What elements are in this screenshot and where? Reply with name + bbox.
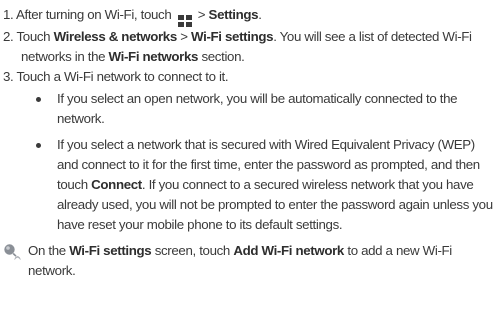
bullet-list: If you select an open network, you will …	[3, 89, 501, 235]
bullet-text: have reset your mobile phone to its defa…	[57, 217, 343, 232]
step-number: 2.	[3, 29, 14, 44]
bullet-text: and connect to it for the first time, en…	[57, 157, 480, 172]
step-text: . You will see a list of detected Wi-Fi	[273, 29, 472, 44]
step-1: 1. After turning on Wi-Fi, touch > Setti…	[3, 5, 501, 27]
step-text: After turning on Wi-Fi, touch	[16, 7, 172, 22]
bullet-text: If you select an open network, you will …	[57, 91, 458, 106]
bullet-dot-icon	[36, 143, 41, 148]
note-text: On the	[28, 243, 66, 258]
step-2: 2. Touch Wireless & networks > Wi-Fi set…	[3, 27, 501, 67]
tip-icon	[4, 244, 21, 260]
menu-grid-icon	[177, 15, 192, 27]
note-text: to add a new Wi-Fi	[347, 243, 452, 258]
wifi-networks-label: Wi-Fi networks	[108, 49, 199, 64]
bullet-item: If you select a network that is secured …	[3, 135, 501, 235]
bullet-text: network.	[57, 111, 105, 126]
bullet-text: . If you connect to a secured wireless n…	[141, 177, 474, 192]
bullet-text: If you select a network that is secured …	[57, 137, 475, 152]
instructions-document: 1. After turning on Wi-Fi, touch > Setti…	[3, 5, 501, 281]
bullet-dot-icon	[36, 97, 41, 102]
tip-note: On the Wi-Fi settings screen, touch Add …	[3, 241, 501, 281]
connect-label: Connect	[91, 177, 142, 192]
wifi-settings-label: Wi-Fi settings	[191, 29, 274, 44]
step-text: networks in the	[21, 49, 106, 64]
note-text: screen, touch	[154, 243, 231, 258]
wifi-settings-screen-label: Wi-Fi settings	[69, 243, 152, 258]
step-3: 3. Touch a Wi-Fi network to connect to i…	[3, 67, 501, 87]
step-number: 3.	[3, 69, 14, 84]
bullet-item: If you select an open network, you will …	[3, 89, 501, 129]
settings-label: Settings	[208, 7, 259, 22]
step-text: .	[258, 7, 262, 22]
step-text: Touch	[16, 29, 51, 44]
note-text: network.	[28, 263, 76, 278]
step-text: >	[180, 29, 188, 44]
wireless-networks-label: Wireless & networks	[53, 29, 178, 44]
bullet-text: already used, you will not be prompted t…	[57, 197, 493, 212]
step-text: >	[197, 7, 206, 22]
step-text: section.	[201, 49, 245, 64]
add-wifi-network-label: Add Wi-Fi network	[233, 243, 344, 258]
step-text: Touch a Wi-Fi network to connect to it.	[16, 69, 229, 84]
bullet-text: touch	[57, 177, 88, 192]
step-number: 1.	[3, 7, 14, 22]
